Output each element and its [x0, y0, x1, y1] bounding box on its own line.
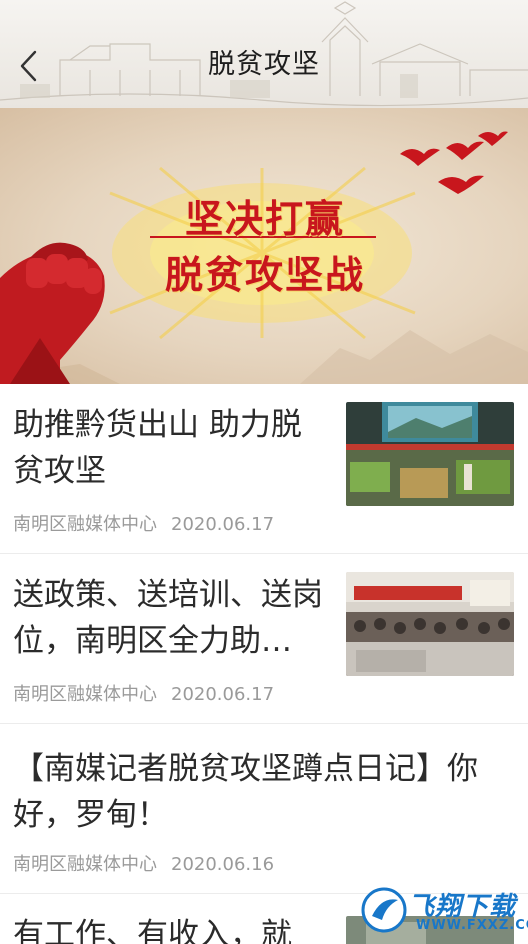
header-bar: 脱贫攻坚: [0, 0, 528, 108]
banner-slogan-line2: 脱贫攻坚战: [164, 253, 365, 297]
news-thumbnail: [346, 572, 514, 676]
news-title: 有工作、有收入，就: [13, 917, 292, 944]
raised-fist-graphic: [0, 242, 105, 384]
news-item[interactable]: 助推黔货出山 助力脱贫攻坚 南明区融媒体中心 2020.06.17: [0, 384, 528, 554]
site-watermark: 飞翔下载 WWW.FXXZ.COM: [360, 880, 528, 944]
news-title: 助推黔货出山 助力脱贫攻坚: [13, 407, 302, 489]
news-item[interactable]: 【南媒记者脱贫攻坚蹲点日记】你好，罗甸！ 南明区融媒体中心 2020.06.16: [0, 724, 528, 894]
news-item[interactable]: 送政策、送培训、送岗位，南明区全力助… 南明区融媒体中心 2020.06.17: [0, 554, 528, 724]
news-title: 【南媒记者脱贫攻坚蹲点日记】你好，罗甸！: [13, 751, 478, 833]
news-title: 送政策、送培训、送岗位，南明区全力助…: [13, 577, 323, 659]
news-date: 2020.06.16: [171, 854, 275, 875]
news-meta: 南明区融媒体中心 2020.06.17: [13, 510, 274, 536]
flying-birds-graphic: [400, 131, 508, 194]
news-date: 2020.06.17: [171, 684, 275, 705]
news-source: 南明区融媒体中心: [13, 684, 157, 705]
news-source: 南明区融媒体中心: [13, 854, 157, 875]
news-meta: 南明区融媒体中心 2020.06.17: [13, 680, 274, 706]
news-meta: 南明区融媒体中心 2020.06.16: [13, 850, 274, 876]
news-thumbnail: [346, 402, 514, 506]
watermark-url: WWW.FXXZ.COM: [416, 918, 528, 933]
news-source: 南明区融媒体中心: [13, 514, 157, 535]
news-date: 2020.06.17: [171, 514, 275, 535]
watermark-logo-icon: [361, 887, 407, 933]
page-title: 脱贫攻坚: [208, 49, 320, 80]
campaign-banner[interactable]: 坚决打赢 脱贫攻坚战: [0, 108, 528, 384]
news-list: 助推黔货出山 助力脱贫攻坚 南明区融媒体中心 2020.06.17 送政策、送培训…: [0, 384, 528, 944]
banner-slogan-line1: 坚决打赢: [184, 197, 345, 241]
